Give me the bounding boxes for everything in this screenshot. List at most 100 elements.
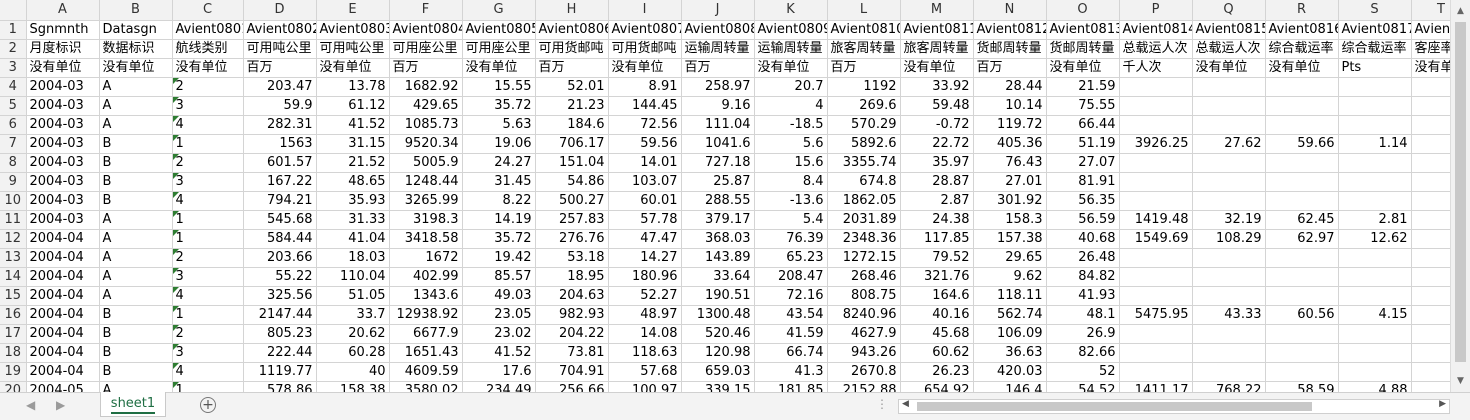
- cell[interactable]: [1265, 267, 1339, 287]
- cell[interactable]: 578.86: [243, 381, 317, 392]
- cell[interactable]: 40.16: [900, 305, 974, 325]
- cell[interactable]: 1: [172, 305, 244, 325]
- column-header[interactable]: F: [389, 0, 463, 21]
- cell[interactable]: [1338, 115, 1412, 135]
- row-header[interactable]: 19: [0, 362, 27, 382]
- cell[interactable]: 19.42: [462, 248, 536, 268]
- cell[interactable]: 659.03: [681, 362, 755, 382]
- cell[interactable]: 402.99: [389, 267, 463, 287]
- cell[interactable]: Avient0814: [1119, 20, 1193, 40]
- cell[interactable]: 没有单位: [316, 58, 390, 78]
- cell[interactable]: 12.62: [1338, 229, 1412, 249]
- cell[interactable]: 204.22: [535, 324, 609, 344]
- cell[interactable]: 40.68: [1046, 229, 1120, 249]
- cell[interactable]: -13.6: [754, 191, 828, 211]
- cell[interactable]: 60.28: [316, 343, 390, 363]
- cell[interactable]: 2004-04: [26, 362, 100, 382]
- cell[interactable]: 32.19: [1192, 210, 1266, 230]
- cell[interactable]: -0.72: [900, 115, 974, 135]
- cell[interactable]: 61: [1411, 134, 1450, 154]
- cell[interactable]: 276.76: [535, 229, 609, 249]
- cell[interactable]: 75.55: [1046, 96, 1120, 116]
- cell[interactable]: [1265, 343, 1339, 363]
- cell[interactable]: 60.56: [1265, 305, 1339, 325]
- column-header[interactable]: H: [535, 0, 609, 21]
- cell[interactable]: [1265, 115, 1339, 135]
- cell[interactable]: 63: [1411, 210, 1450, 230]
- cell[interactable]: 808.75: [827, 286, 901, 306]
- cell[interactable]: [1265, 248, 1339, 268]
- cell[interactable]: Avient0808: [681, 20, 755, 40]
- cell[interactable]: 9.62: [973, 267, 1047, 287]
- cell[interactable]: 117.85: [900, 229, 974, 249]
- cell[interactable]: 1272.15: [827, 248, 901, 268]
- cell[interactable]: 63: [1411, 305, 1450, 325]
- cell[interactable]: 144.45: [608, 96, 682, 116]
- cell[interactable]: 59.66: [1265, 134, 1339, 154]
- cell[interactable]: A: [99, 77, 173, 97]
- column-header[interactable]: J: [681, 0, 755, 21]
- cell[interactable]: 56.59: [1046, 210, 1120, 230]
- column-header[interactable]: B: [99, 0, 173, 21]
- cell[interactable]: 旅客周转量: [900, 39, 974, 59]
- horizontal-scrollbar[interactable]: ◀ ▶: [898, 399, 1450, 414]
- row-header[interactable]: 17: [0, 324, 27, 344]
- column-header[interactable]: C: [172, 0, 244, 21]
- cell[interactable]: 18.95: [535, 267, 609, 287]
- cell[interactable]: 59.9: [243, 96, 317, 116]
- cell[interactable]: 1411.17: [1119, 381, 1193, 392]
- cell[interactable]: 48.65: [316, 172, 390, 192]
- cell[interactable]: 269.6: [827, 96, 901, 116]
- cell[interactable]: 368.03: [681, 229, 755, 249]
- row-header[interactable]: 1: [0, 20, 27, 40]
- cell[interactable]: [1338, 267, 1412, 287]
- cell[interactable]: 1.14: [1338, 134, 1412, 154]
- cell[interactable]: [1411, 343, 1450, 363]
- cell[interactable]: Avient0811: [900, 20, 974, 40]
- cell[interactable]: 4627.9: [827, 324, 901, 344]
- cell[interactable]: A: [99, 229, 173, 249]
- cell[interactable]: 4.88: [1338, 381, 1412, 392]
- cell[interactable]: 103.07: [608, 172, 682, 192]
- cell[interactable]: 千人次: [1119, 58, 1193, 78]
- scroll-up-icon[interactable]: ▲: [1451, 2, 1470, 20]
- cell[interactable]: 181.85: [754, 381, 828, 392]
- cell[interactable]: 5.6: [754, 134, 828, 154]
- cell[interactable]: 可用座公里: [462, 39, 536, 59]
- cell[interactable]: 81.91: [1046, 172, 1120, 192]
- cell[interactable]: 2004-03: [26, 134, 100, 154]
- cell[interactable]: 151.04: [535, 153, 609, 173]
- cell[interactable]: 41.52: [462, 343, 536, 363]
- cell[interactable]: 570.29: [827, 115, 901, 135]
- cell[interactable]: 5.4: [754, 210, 828, 230]
- cell[interactable]: A: [99, 286, 173, 306]
- cell[interactable]: 48.1: [1046, 305, 1120, 325]
- cell[interactable]: 24.27: [462, 153, 536, 173]
- cell[interactable]: 可用货邮吨: [608, 39, 682, 59]
- cell[interactable]: 18.03: [316, 248, 390, 268]
- cell[interactable]: 28.44: [973, 77, 1047, 97]
- cell[interactable]: B: [99, 153, 173, 173]
- cell[interactable]: 65.23: [754, 248, 828, 268]
- cell[interactable]: [1192, 362, 1266, 382]
- cell[interactable]: 1343.6: [389, 286, 463, 306]
- cell[interactable]: 14.01: [608, 153, 682, 173]
- cell[interactable]: [1411, 248, 1450, 268]
- cell[interactable]: 23.05: [462, 305, 536, 325]
- cell[interactable]: 157.38: [973, 229, 1047, 249]
- cell[interactable]: 5005.9: [389, 153, 463, 173]
- cell[interactable]: [1338, 248, 1412, 268]
- column-header[interactable]: I: [608, 0, 682, 21]
- cell[interactable]: Pts: [1338, 58, 1412, 78]
- cell[interactable]: 2004-04: [26, 229, 100, 249]
- cell[interactable]: 82.66: [1046, 343, 1120, 363]
- cell[interactable]: 旅客周转量: [827, 39, 901, 59]
- cell[interactable]: 1549.69: [1119, 229, 1193, 249]
- cell[interactable]: 57.78: [608, 210, 682, 230]
- cell[interactable]: A: [99, 248, 173, 268]
- cell[interactable]: Avient0812: [973, 20, 1047, 40]
- cell[interactable]: Avient0805: [462, 20, 536, 40]
- cell[interactable]: 没有单位: [1265, 58, 1339, 78]
- cell[interactable]: 33.7: [316, 305, 390, 325]
- cell[interactable]: 12938.92: [389, 305, 463, 325]
